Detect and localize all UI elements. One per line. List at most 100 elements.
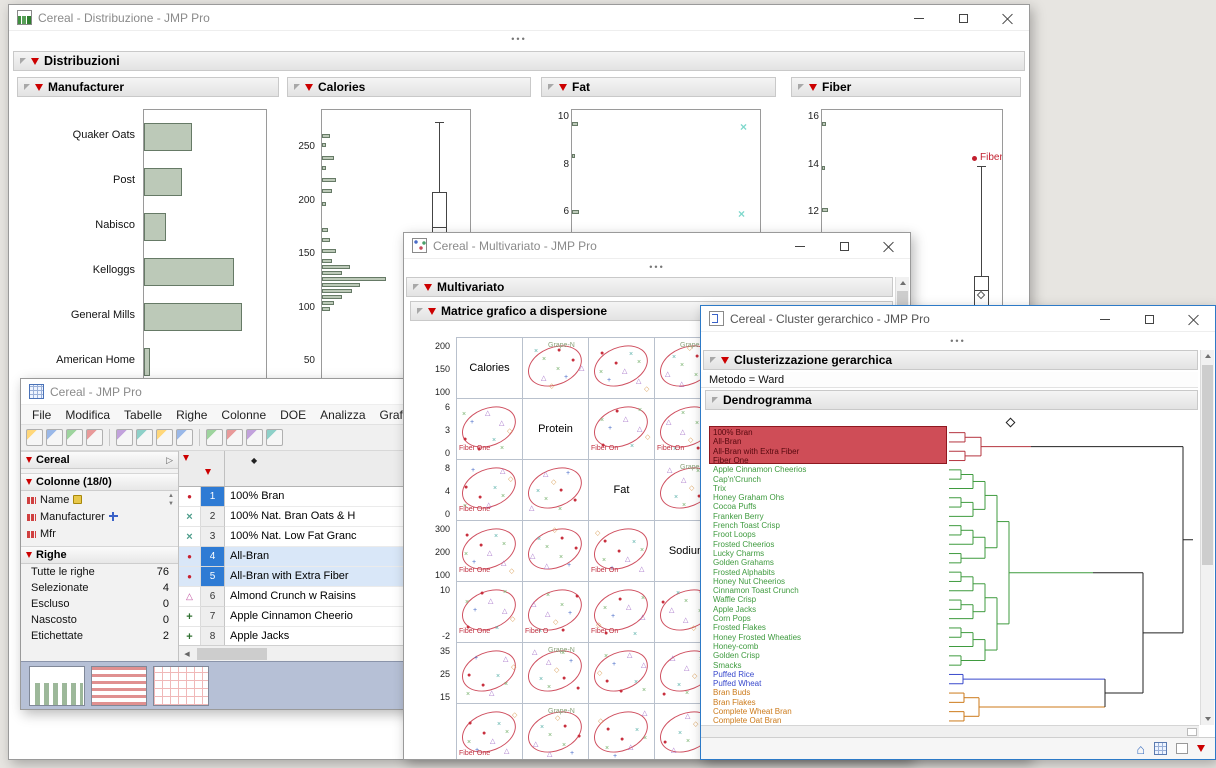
window-icon[interactable] bbox=[1176, 743, 1188, 754]
row-marker-icon[interactable]: + bbox=[179, 627, 201, 647]
dendrogram-header[interactable]: Dendrogramma bbox=[705, 390, 1198, 410]
dendrogram-leaf[interactable]: Lucky Charms bbox=[713, 549, 764, 558]
calories-header[interactable]: Calories bbox=[287, 77, 531, 97]
disclosure-icon[interactable] bbox=[413, 284, 419, 290]
red-triangle-menu[interactable] bbox=[559, 84, 567, 91]
histogram-bar[interactable] bbox=[322, 289, 352, 293]
matrix-cell[interactable]: ●×△+◇×●×△ bbox=[588, 642, 655, 704]
histogram-bar[interactable] bbox=[322, 271, 342, 275]
columns-panel-header[interactable]: Colonne (18/0) bbox=[21, 473, 178, 491]
scroll-up-button[interactable] bbox=[896, 277, 909, 290]
matrix-cell[interactable]: Protein bbox=[522, 398, 589, 460]
home-icon[interactable]: ⌂ bbox=[1137, 742, 1145, 756]
row-marker-icon[interactable]: × bbox=[179, 527, 201, 547]
row-number[interactable]: 1 bbox=[201, 487, 225, 507]
ribbon-grip[interactable]: ••• bbox=[9, 34, 1029, 44]
matrix-cell[interactable]: ●×△+◇×●×△ bbox=[522, 459, 589, 521]
dendrogram-leaf[interactable]: Honey Frosted Wheaties bbox=[713, 633, 801, 642]
toolbar-open-icon[interactable] bbox=[46, 429, 63, 446]
scroll-up-icon[interactable]: ▲ bbox=[168, 493, 174, 499]
dendrogram-leaf[interactable]: All-Bran bbox=[713, 437, 741, 446]
distribution-titlebar[interactable]: Cereal - Distribuzione - JMP Pro bbox=[9, 5, 1029, 31]
dendrogram-leaf[interactable]: Golden Crisp bbox=[713, 651, 760, 660]
menu-modifica[interactable]: Modifica bbox=[58, 406, 117, 424]
maximize-button[interactable] bbox=[941, 5, 985, 31]
toolbar-summary-icon[interactable] bbox=[226, 429, 243, 446]
outlier-point[interactable] bbox=[972, 156, 977, 161]
disclosure-icon[interactable] bbox=[24, 84, 30, 90]
histogram-bar[interactable] bbox=[572, 122, 578, 126]
row-marker-icon[interactable]: + bbox=[179, 607, 201, 627]
histogram-bar[interactable] bbox=[322, 166, 326, 170]
row-number[interactable]: 6 bbox=[201, 587, 225, 607]
rows-menu-red-triangle[interactable] bbox=[205, 469, 211, 475]
menu-doe[interactable]: DOE bbox=[273, 406, 313, 424]
scroll-up-button[interactable] bbox=[1201, 350, 1214, 363]
row-number[interactable]: 8 bbox=[201, 627, 225, 647]
histogram-bar[interactable] bbox=[822, 208, 828, 212]
column-item[interactable]: Name bbox=[21, 491, 178, 508]
red-triangle-menu-icon[interactable] bbox=[1197, 745, 1205, 752]
histogram-bar[interactable] bbox=[572, 210, 579, 214]
histogram-bar[interactable] bbox=[322, 301, 334, 305]
rows-stat-row[interactable]: Tutte le righe76 bbox=[21, 564, 178, 580]
toolbar-journal-icon[interactable] bbox=[176, 429, 193, 446]
rows-stat-row[interactable]: Etichettate2 bbox=[21, 628, 178, 644]
dendrogram-leaf[interactable]: Fiber One bbox=[713, 456, 749, 465]
histogram-bar[interactable] bbox=[572, 154, 575, 158]
matrix-cell[interactable]: Calories bbox=[456, 337, 523, 399]
row-number[interactable]: 5 bbox=[201, 567, 225, 587]
red-triangle-menu[interactable] bbox=[31, 58, 39, 65]
row-number[interactable]: 2 bbox=[201, 507, 225, 527]
red-triangle-menu[interactable] bbox=[26, 552, 32, 558]
dendrogram-leaf[interactable]: Apple Jacks bbox=[713, 605, 756, 614]
thumbnail-distribution[interactable] bbox=[29, 666, 85, 706]
dendrogram-leaf[interactable]: Smacks bbox=[713, 661, 741, 670]
scrollbar-thumb[interactable] bbox=[1202, 365, 1213, 565]
matrix-cell[interactable]: Fat bbox=[588, 459, 655, 521]
matrix-cell[interactable]: ●×△+◇×●×△ bbox=[522, 520, 589, 582]
histogram-bar[interactable] bbox=[322, 178, 336, 182]
toolbar-save-icon[interactable] bbox=[66, 429, 83, 446]
column-item[interactable]: Mfr bbox=[21, 525, 178, 542]
manufacturer-header[interactable]: Manufacturer bbox=[17, 77, 279, 97]
fiber-header[interactable]: Fiber bbox=[791, 77, 1021, 97]
histogram-bar[interactable] bbox=[322, 228, 328, 232]
disclosure-icon[interactable] bbox=[710, 357, 716, 363]
multivariato-header[interactable]: Multivariato bbox=[406, 277, 893, 297]
dendrogram-leaf[interactable]: Franken Berry bbox=[713, 512, 764, 521]
dendrogram-leaf[interactable]: Corn Pops bbox=[713, 614, 751, 623]
dendrogram-leaf[interactable]: Cocoa Puffs bbox=[713, 502, 756, 511]
dendrogram-leaf[interactable]: Frosted Alphabits bbox=[713, 568, 775, 577]
dendrogram-leaf[interactable]: Honey Nut Cheerios bbox=[713, 577, 785, 586]
minimize-button[interactable] bbox=[897, 5, 941, 31]
dendrogram-leaf[interactable]: Bran Flakes bbox=[713, 698, 756, 707]
row-marker-icon[interactable]: ● bbox=[179, 487, 201, 507]
red-triangle-menu[interactable] bbox=[26, 457, 32, 463]
red-triangle-menu[interactable] bbox=[26, 479, 32, 485]
rows-stat-row[interactable]: Escluso0 bbox=[21, 596, 178, 612]
histogram-bar[interactable] bbox=[322, 238, 330, 242]
toolbar-copy-icon[interactable] bbox=[136, 429, 153, 446]
toolbar-paste-icon[interactable] bbox=[156, 429, 173, 446]
matrix-cell[interactable]: ●×△+◇×●×△ bbox=[456, 642, 523, 704]
toolbar-cut-icon[interactable] bbox=[116, 429, 133, 446]
columns-menu-red-triangle[interactable] bbox=[183, 455, 189, 461]
dendrogram-leaf[interactable]: Puffed Wheat bbox=[713, 679, 761, 688]
scrollbar-thumb[interactable] bbox=[197, 648, 267, 660]
red-triangle-menu[interactable] bbox=[809, 84, 817, 91]
rows-stat-row[interactable]: Nascosto0 bbox=[21, 612, 178, 628]
dendrogram-leaf[interactable]: All-Bran with Extra Fiber bbox=[713, 447, 799, 456]
horizontal-scrollbar[interactable] bbox=[701, 725, 1199, 737]
dendrogram-leaf[interactable]: Honey Graham Ohs bbox=[713, 493, 784, 502]
rows-panel-header[interactable]: Righe bbox=[21, 546, 178, 564]
vertical-scrollbar[interactable] bbox=[1200, 350, 1214, 725]
red-triangle-menu[interactable] bbox=[424, 284, 432, 291]
dendrogram-leaf[interactable]: Complete Wheat Bran bbox=[713, 707, 792, 716]
histogram-bar[interactable] bbox=[322, 202, 326, 206]
histogram-frame[interactable] bbox=[143, 109, 267, 391]
disclosure-icon[interactable] bbox=[798, 84, 804, 90]
menu-tabelle[interactable]: Tabelle bbox=[117, 406, 169, 424]
menu-file[interactable]: File bbox=[25, 406, 58, 424]
histogram-bar[interactable] bbox=[322, 134, 330, 138]
